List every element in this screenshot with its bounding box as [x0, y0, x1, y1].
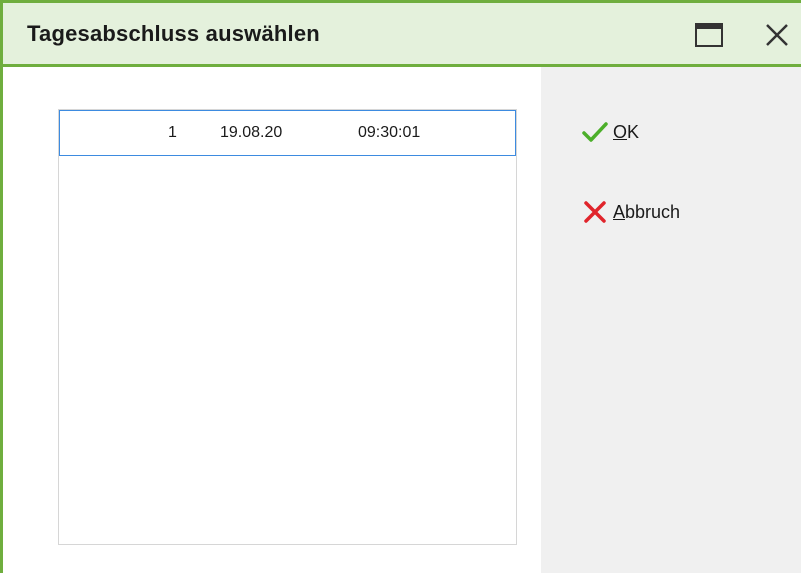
dialog-window: Tagesabschluss auswählen 1 19.08.20 09:3…: [0, 0, 801, 573]
ok-label: OK: [613, 121, 640, 142]
closing-date: 19.08.20: [220, 124, 283, 141]
cancel-button[interactable]: Abbruch: [581, 198, 680, 226]
action-pane: [541, 67, 801, 573]
closing-list[interactable]: 1 19.08.20 09:30:01: [58, 109, 517, 545]
content-pane: 1 19.08.20 09:30:01: [3, 67, 541, 573]
checkmark-icon: [581, 118, 609, 146]
close-button[interactable]: [759, 17, 795, 53]
title-bar[interactable]: Tagesabschluss auswählen: [3, 0, 801, 67]
maximize-button[interactable]: [691, 17, 727, 53]
list-item[interactable]: 1 19.08.20 09:30:01: [59, 110, 516, 156]
cancel-label: Abbruch: [613, 201, 681, 222]
close-icon: [766, 24, 788, 46]
ok-button[interactable]: OK: [581, 118, 639, 146]
closing-time: 09:30:01: [358, 124, 421, 141]
closing-number: 1: [168, 124, 177, 141]
cross-icon: [581, 198, 609, 226]
dialog-title: Tagesabschluss auswählen: [27, 21, 320, 46]
maximize-icon: [695, 23, 723, 47]
